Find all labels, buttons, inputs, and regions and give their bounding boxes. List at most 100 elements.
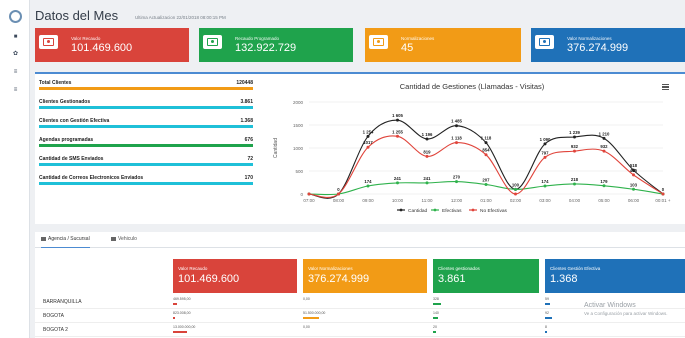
cell-bar	[173, 331, 187, 333]
card-label: Valor Normalizaciones	[308, 266, 353, 271]
money-icon	[203, 35, 222, 49]
data-point	[602, 136, 606, 140]
data-label: 1017	[363, 140, 373, 145]
data-label: 797	[541, 150, 549, 155]
y-tick-label: 1000	[293, 146, 304, 151]
stat-value: 676	[244, 137, 253, 143]
data-label: 1 090	[540, 137, 551, 142]
data-point	[573, 182, 576, 186]
table-row[interactable]: BOGOTA 2 13.000.000,00 0,00 20 8	[35, 324, 685, 337]
data-point	[602, 184, 606, 188]
cell-gestionados: 20	[433, 325, 553, 333]
card-value: 45	[401, 42, 414, 54]
data-point	[425, 137, 429, 141]
x-tick-label: 00:01 +	[655, 198, 671, 203]
data-point	[455, 141, 458, 145]
stats-list: Total Clientes 120448 Clientes Gestionad…	[39, 78, 253, 192]
data-label: 932	[571, 144, 579, 149]
x-tick-label: 09:00	[362, 198, 374, 203]
data-point	[602, 149, 606, 153]
stat-bar-fill	[39, 125, 253, 128]
x-tick-label: 11:00	[422, 198, 433, 203]
cell-efectiva: 8	[545, 325, 665, 333]
cell-gestionados: 328	[433, 297, 553, 305]
data-point	[632, 173, 635, 177]
money-icon	[369, 35, 388, 49]
chart-svg: 2000150010005000Cantidad07:00 08:00 09:00 1…	[273, 100, 671, 214]
cell-value: 20	[433, 325, 437, 329]
stat-label: Cantidad de Correos Electronicos Enviado…	[39, 175, 144, 181]
data-label: 1 239	[569, 130, 580, 135]
money-icon	[39, 35, 58, 49]
data-point	[366, 134, 370, 138]
filter-icon[interactable]: ≡	[12, 87, 19, 94]
x-tick-label: 02:00	[510, 198, 522, 203]
y-tick-label: 500	[295, 169, 303, 174]
card-value: 132.922.729	[235, 42, 297, 54]
stat-bar	[39, 182, 253, 185]
x-tick-label: 05:00	[598, 198, 610, 203]
card-recaudo-programado: Recaudo Programado 132.922.729	[199, 28, 353, 62]
y-tick-label: 0	[300, 192, 303, 197]
car-icon	[111, 236, 116, 241]
detail-tabs: Agencia / Sucursal Vehiculo	[35, 232, 685, 248]
data-point	[484, 153, 488, 157]
stat-correos: Cantidad de Correos Electronicos Enviado…	[39, 173, 253, 192]
money-icon	[535, 35, 554, 49]
cell-bar	[433, 303, 441, 305]
cell-normalizaciones: 51.500.000,00	[303, 311, 423, 319]
cell-value: 51.500.000,00	[303, 311, 326, 315]
card-normalizaciones: Normalizaciones 45	[365, 28, 521, 62]
data-point	[425, 154, 429, 158]
main-content: Datos del Mes Ultima Actualizacion 22/01…	[31, 0, 685, 338]
stat-bar	[39, 106, 253, 109]
stat-total-clientes: Total Clientes 120448	[39, 78, 253, 97]
stat-label: Agendas programadas	[39, 137, 94, 143]
data-point	[307, 192, 311, 196]
data-label: 1 210	[599, 131, 610, 136]
cell-bar	[173, 303, 177, 305]
x-tick-label: 08:00	[333, 198, 345, 203]
legend-marker	[471, 208, 475, 212]
app-logo-icon[interactable]	[9, 10, 22, 23]
cell-value: 140	[433, 311, 439, 315]
card-value: 3.861	[438, 273, 466, 285]
card-valor-normalizaciones: Valor Normalizaciones 376.274.999	[531, 28, 685, 62]
data-point	[396, 181, 399, 185]
data-label: 241	[423, 176, 431, 181]
watermark-line1: Activar Windows	[584, 302, 636, 309]
data-label: 179	[600, 179, 608, 184]
data-label: 819	[423, 149, 431, 154]
agency-name: BOGOTA 2	[43, 327, 68, 333]
stat-bar-fill	[39, 144, 253, 147]
cell-value: 13.000.000,00	[173, 325, 196, 329]
dashboard-app: ■ ✿ ≡ ≡ Datos del Mes Ultima Actualizaci…	[0, 0, 685, 338]
card-label: Valor Recaudo	[71, 36, 101, 41]
dashboard-icon[interactable]: ■	[12, 34, 19, 41]
list-icon[interactable]: ≡	[12, 69, 19, 76]
x-tick-label: 03:00	[539, 198, 551, 203]
data-point	[425, 181, 429, 185]
stat-bar	[39, 87, 253, 90]
cell-normalizaciones: 0,00	[303, 297, 423, 301]
bottom-card-gestion-efectiva: Clientes Gestión Efectiva 1.368	[545, 259, 685, 293]
summary-panel: Total Clientes 120448 Clientes Gestionad…	[35, 72, 685, 224]
data-label: 0	[662, 187, 665, 192]
tab-agencia-sucursal[interactable]: Agencia / Sucursal	[41, 236, 90, 248]
data-point	[514, 192, 517, 196]
stat-gestion-efectiva: Clientes con Gestión Efectiva 1.368	[39, 116, 253, 135]
bottom-card-valor-recaudo: Valor Recaudo 101.469.600	[173, 259, 297, 293]
cell-bar	[545, 331, 547, 333]
stat-value: 170	[244, 175, 253, 181]
data-point	[396, 118, 399, 122]
card-label: Clientes Gestión Efectiva	[550, 266, 601, 271]
settings-icon[interactable]: ✿	[12, 51, 19, 58]
x-tick-label: 10:00	[392, 198, 404, 203]
chart-menu-icon[interactable]	[662, 84, 669, 90]
data-label: 174	[364, 179, 372, 184]
data-point	[396, 134, 399, 138]
data-label: 241	[394, 176, 402, 181]
tab-vehiculo[interactable]: Vehiculo	[111, 236, 137, 248]
stat-bar	[39, 144, 253, 147]
gestiones-chart: 2000 1500 1000 500 0 Cantidad 07:00 08:00 09:00 1…	[265, 76, 679, 216]
